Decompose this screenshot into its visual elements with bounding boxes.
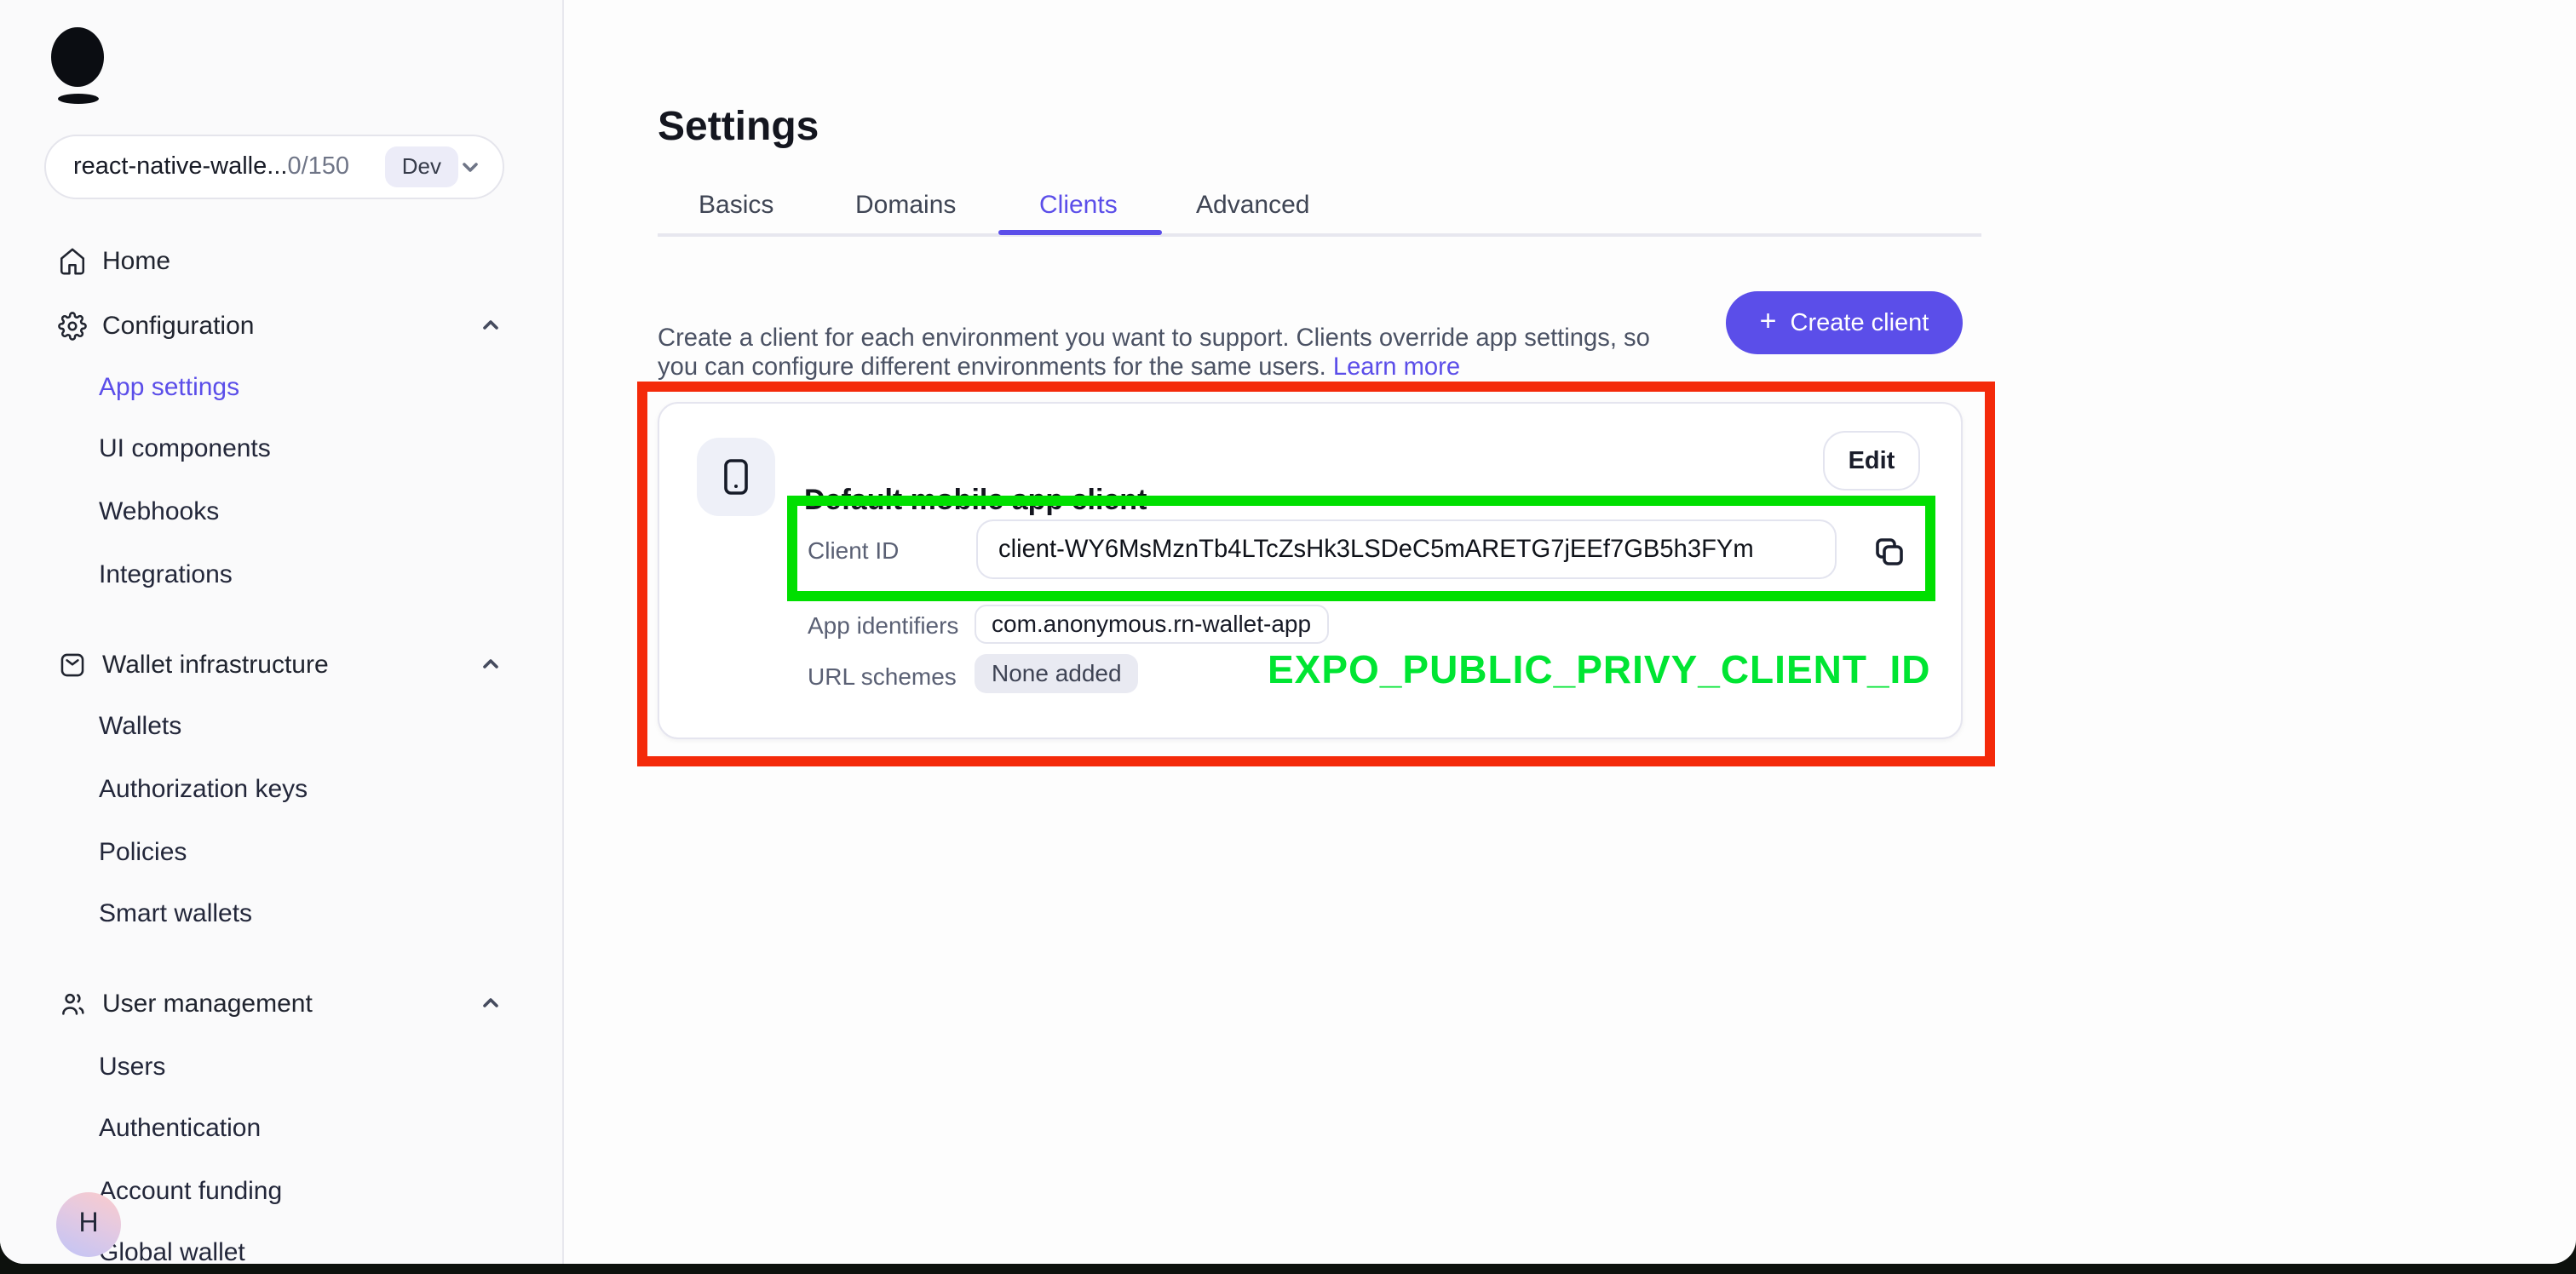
sidebar-item-global-wallet[interactable]: Global wallet: [99, 1231, 245, 1264]
avatar-initial: H: [78, 1209, 98, 1240]
gear-icon: [58, 311, 87, 340]
client-id-input[interactable]: [976, 519, 1837, 579]
sidebar-item-label: Smart wallets: [99, 898, 252, 927]
learn-more-link[interactable]: Learn more: [1333, 355, 1460, 382]
copy-button[interactable]: [1869, 531, 1910, 572]
tab-domains[interactable]: Domains: [855, 191, 956, 220]
chevron-up-icon: [479, 313, 503, 337]
sidebar-item-home[interactable]: Home: [58, 240, 503, 281]
chevron-up-icon: [479, 991, 503, 1015]
project-name: react-native-walle...: [73, 153, 287, 181]
app-identifier-chip: com.anonymous.rn-wallet-app: [975, 605, 1328, 644]
sidebar-item-label: Authentication: [99, 1113, 261, 1142]
annotation-env-var-label: EXPO_PUBLIC_PRIVY_CLIENT_ID: [1268, 647, 1931, 693]
client-id-label: Client ID: [808, 537, 899, 564]
tab-advanced[interactable]: Advanced: [1196, 191, 1309, 220]
sidebar-item-integrations[interactable]: Integrations: [99, 554, 233, 594]
tabs-divider: [658, 233, 1981, 237]
app-identifiers-label: App identifiers: [808, 611, 958, 639]
sidebar-item-label: Account funding: [99, 1176, 282, 1205]
sidebar-item-authentication[interactable]: Authentication: [99, 1107, 261, 1148]
sidebar-item-label: Wallets: [99, 711, 181, 740]
sidebar-item-label: App settings: [99, 372, 239, 401]
sidebar-item-label: Users: [99, 1052, 165, 1081]
env-badge: Dev: [385, 146, 458, 187]
sidebar-item-label: Integrations: [99, 560, 233, 588]
sidebar-item-policies[interactable]: Policies: [99, 831, 187, 872]
sidebar-item-label: Policies: [99, 837, 187, 866]
users-icon: [58, 989, 87, 1018]
sidebar-item-account-funding[interactable]: Account funding: [99, 1170, 282, 1211]
project-selector[interactable]: react-native-walle... 0/150 Dev: [44, 135, 504, 199]
sidebar: react-native-walle... 0/150 Dev Home Con…: [0, 0, 564, 1264]
url-schemes-chip: None added: [975, 654, 1139, 693]
sidebar-item-smart-wallets[interactable]: Smart wallets: [99, 892, 252, 933]
chevron-up-icon: [479, 652, 503, 676]
sidebar-item-authorization-keys[interactable]: Authorization keys: [99, 768, 308, 809]
copy-icon: [1872, 535, 1906, 569]
sidebar-item-label: Wallet infrastructure: [102, 650, 329, 679]
project-count: 0/150: [287, 153, 349, 181]
privy-logo-base: [58, 94, 99, 104]
avatar[interactable]: H: [56, 1192, 121, 1257]
sidebar-item-configuration[interactable]: Configuration: [58, 305, 503, 346]
sidebar-item-user-management[interactable]: User management: [58, 983, 503, 1024]
clients-description: Create a client for each environment you…: [658, 324, 1650, 385]
tab-basics[interactable]: Basics: [699, 191, 773, 220]
page-title: Settings: [658, 104, 819, 152]
create-client-label: Create client: [1791, 309, 1929, 336]
sidebar-item-label: Webhooks: [99, 496, 219, 525]
sidebar-item-label: UI components: [99, 433, 271, 462]
tab-clients[interactable]: Clients: [1039, 191, 1118, 220]
sidebar-item-users[interactable]: Users: [99, 1046, 165, 1087]
client-card-title: Default mobile app client: [804, 484, 1147, 518]
sidebar-item-ui-components[interactable]: UI components: [99, 428, 271, 468]
wallet-icon: [58, 650, 87, 679]
sidebar-item-wallets[interactable]: Wallets: [99, 705, 181, 746]
mobile-client-icon-box: [697, 438, 775, 516]
edit-button[interactable]: Edit: [1823, 431, 1920, 491]
sidebar-item-app-settings[interactable]: App settings: [99, 366, 239, 407]
sidebar-item-label: Home: [102, 246, 170, 275]
app-window: react-native-walle... 0/150 Dev Home Con…: [0, 0, 2576, 1264]
create-client-button[interactable]: + Create client: [1726, 291, 1963, 354]
sidebar-item-label: Authorization keys: [99, 774, 308, 803]
description-line1: Create a client for each environment you…: [658, 324, 1650, 352]
home-icon: [58, 246, 87, 275]
screen: react-native-walle... 0/150 Dev Home Con…: [0, 0, 2576, 1274]
sidebar-item-label: Global wallet: [99, 1237, 245, 1264]
active-tab-underline: [998, 230, 1162, 235]
sidebar-item-label: User management: [102, 989, 313, 1018]
url-schemes-label: URL schemes: [808, 663, 957, 690]
description-line2: you can configure different environments…: [658, 355, 1326, 382]
sidebar-item-label: Configuration: [102, 311, 254, 340]
phone-icon: [717, 458, 755, 496]
privy-logo-egg: [51, 27, 104, 87]
sidebar-item-webhooks[interactable]: Webhooks: [99, 491, 219, 531]
sidebar-item-wallet-infrastructure[interactable]: Wallet infrastructure: [58, 644, 503, 685]
plus-icon: +: [1760, 305, 1777, 339]
chevron-down-icon: [458, 155, 482, 179]
